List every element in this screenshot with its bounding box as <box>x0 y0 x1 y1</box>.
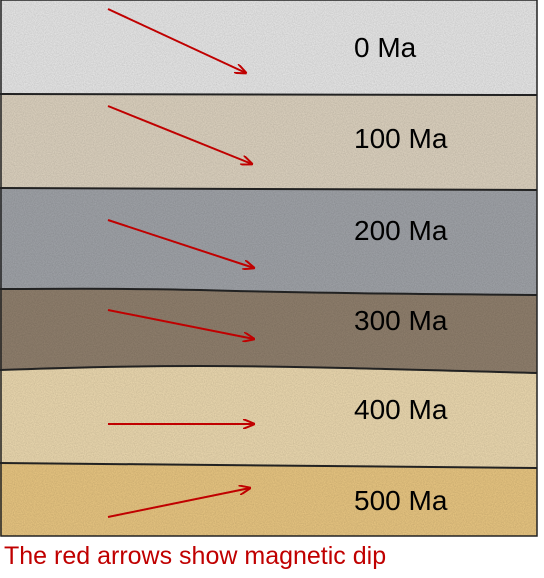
age-label-0ma: 0 Ma <box>354 32 417 63</box>
age-label-400ma: 400 Ma <box>354 394 448 425</box>
layer-band-0ma <box>0 0 537 95</box>
layer-band-300ma <box>0 288 537 373</box>
age-label-200ma: 200 Ma <box>354 215 448 246</box>
layer-band-200ma <box>0 188 537 295</box>
age-label-100ma: 100 Ma <box>354 123 448 154</box>
age-label-500ma: 500 Ma <box>354 485 448 516</box>
age-label-300ma: 300 Ma <box>354 305 448 336</box>
boundary-line <box>0 93 538 96</box>
caption: The red arrows show magnetic dip <box>4 542 387 570</box>
strata-diagram: 0 Ma 100 Ma 200 Ma 300 Ma 400 Ma 500 Ma <box>0 0 538 537</box>
layer-band-500ma <box>0 463 537 536</box>
layer-band-100ma <box>0 94 537 190</box>
layer-band-400ma <box>0 366 537 468</box>
layer-bands <box>0 0 537 536</box>
